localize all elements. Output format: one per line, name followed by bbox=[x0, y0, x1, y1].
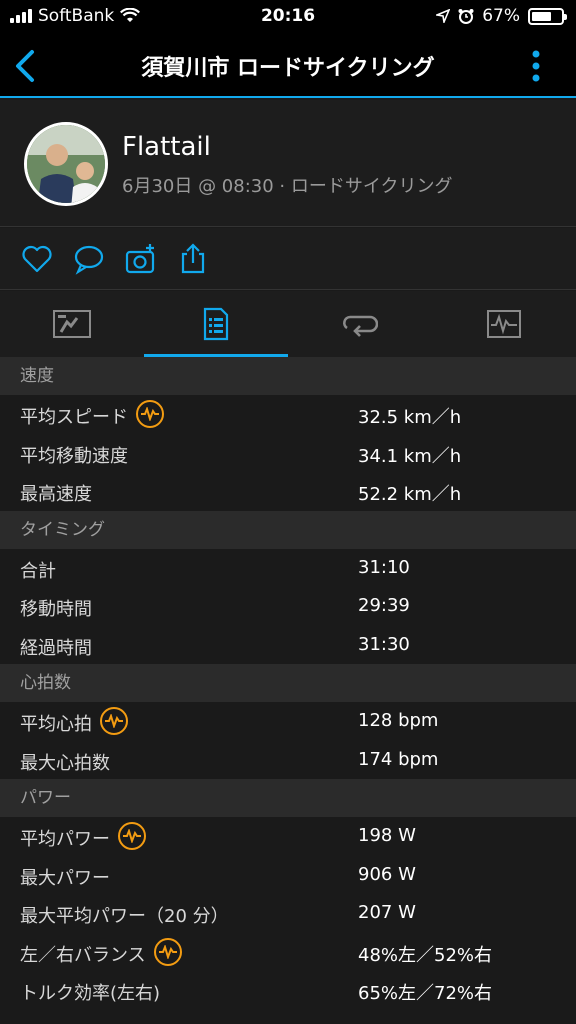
stat-value: 31:30 bbox=[358, 633, 410, 655]
stat-value: 34.1 km／h bbox=[358, 445, 462, 467]
laps-icon bbox=[343, 315, 378, 337]
stat-label: 合計 bbox=[20, 560, 56, 582]
stat-value: 65%左／72%右 bbox=[358, 983, 493, 1004]
stat-value: 52.2 km／h bbox=[358, 484, 462, 505]
insight-badge-icon[interactable] bbox=[100, 707, 128, 735]
stat-value: 174 bpm bbox=[358, 748, 439, 770]
stat-label: 最大心拍数 bbox=[20, 752, 110, 774]
more-menu-icon[interactable] bbox=[532, 48, 540, 84]
stat-row: 左／右バランス 48%左／52%右 bbox=[0, 933, 576, 972]
details-list-icon bbox=[203, 307, 229, 341]
activity-header: Flattail 6月30日 @ 08:30 · ロードサイクリング bbox=[0, 100, 576, 227]
stat-value: 32.5 km／h bbox=[358, 407, 462, 428]
stat-value: 128 bpm bbox=[358, 710, 439, 731]
stat-label-wrap: 移動時間 bbox=[20, 595, 92, 621]
section-header: 心拍数 bbox=[0, 664, 576, 702]
tab-charts[interactable] bbox=[432, 291, 576, 357]
location-icon bbox=[436, 9, 451, 23]
nav-bar: 須賀川市 ロードサイクリング bbox=[0, 34, 576, 98]
stat-label: 平均パワー bbox=[20, 829, 110, 850]
stat-label-wrap: 最大心拍数 bbox=[20, 749, 110, 775]
battery-icon bbox=[528, 7, 567, 25]
stat-label-wrap: 平均心拍 bbox=[20, 707, 128, 736]
summary-map-icon bbox=[53, 310, 91, 338]
activity-tabs bbox=[0, 291, 576, 357]
stat-label: 平均移動速度 bbox=[20, 445, 128, 467]
stat-label-wrap: 平均パワー bbox=[20, 822, 146, 851]
stat-row: 平均心拍 128 bpm bbox=[0, 702, 576, 741]
add-photo-icon[interactable] bbox=[124, 242, 158, 276]
stat-label: 経過時間 bbox=[20, 637, 92, 659]
stat-row: 合計 31:10 bbox=[0, 549, 576, 588]
section-header: タイミング bbox=[0, 510, 576, 549]
stat-label: 最高速度 bbox=[20, 484, 92, 505]
battery-percent: 67% bbox=[482, 6, 520, 26]
stat-label-wrap: 合計 bbox=[20, 557, 56, 583]
stat-row: 平均スピード 32.5 km／h bbox=[0, 395, 576, 434]
stat-row: 平均移動速度 34.1 km／h bbox=[0, 434, 576, 473]
stat-label-wrap: 最大平均パワー（20 分） bbox=[20, 902, 229, 928]
avatar[interactable] bbox=[24, 122, 108, 206]
stat-label-wrap: 最高速度 bbox=[20, 480, 92, 506]
page-title: 須賀川市 ロードサイクリング bbox=[141, 56, 435, 81]
tab-summary[interactable] bbox=[0, 291, 144, 357]
stat-label: 平均スピード bbox=[20, 407, 128, 428]
social-actions bbox=[0, 228, 576, 290]
stat-label-wrap: 経過時間 bbox=[20, 634, 92, 660]
heart-icon[interactable] bbox=[20, 242, 54, 276]
section-header: 速度 bbox=[0, 357, 576, 395]
stat-row: 最大平均パワー（20 分） 207 W bbox=[0, 894, 576, 933]
user-name[interactable]: Flattail bbox=[122, 132, 211, 162]
activity-subtitle: 6月30日 @ 08:30 · ロードサイクリング bbox=[122, 176, 453, 197]
stat-label: 移動時間 bbox=[20, 599, 92, 620]
stat-row: 最大パワー 906 W bbox=[0, 856, 576, 895]
tab-laps[interactable] bbox=[288, 291, 432, 357]
comment-icon[interactable] bbox=[72, 242, 106, 276]
stat-row: 経過時間 31:30 bbox=[0, 626, 576, 665]
tab-details[interactable] bbox=[144, 291, 288, 357]
stat-label: 左／右バランス bbox=[20, 944, 146, 966]
insight-badge-icon[interactable] bbox=[118, 822, 146, 850]
stat-row: 移動時間 29:39 bbox=[0, 587, 576, 626]
stat-value: 29:39 bbox=[358, 595, 410, 616]
stat-value: 207 W bbox=[358, 902, 416, 923]
stat-value: 906 W bbox=[358, 863, 416, 885]
section-header: パワー bbox=[0, 779, 576, 817]
stat-label-wrap: 最大パワー bbox=[20, 864, 110, 890]
stat-label: 最大平均パワー（20 分） bbox=[20, 906, 229, 927]
status-bar: SoftBank 20:16 67% bbox=[0, 0, 576, 34]
stat-label-wrap: トルク効率(左右) bbox=[20, 979, 160, 1005]
stat-row: トルク効率(左右) 65%左／72%右 bbox=[0, 971, 576, 1010]
stat-value: 31:10 bbox=[358, 556, 410, 578]
stat-label-wrap: 平均移動速度 bbox=[20, 442, 128, 468]
stat-label: 最大パワー bbox=[20, 867, 110, 889]
stat-label-wrap: 左／右バランス bbox=[20, 937, 182, 967]
charts-icon bbox=[487, 310, 521, 338]
stat-label: 平均心拍 bbox=[20, 714, 92, 735]
insight-badge-icon[interactable] bbox=[153, 937, 182, 966]
stat-label-wrap: 平均スピード bbox=[20, 400, 164, 429]
stat-label: トルク効率(左右) bbox=[20, 983, 161, 1004]
stat-row: 平均パワー 198 W bbox=[0, 817, 576, 856]
stat-value: 48%左／52%右 bbox=[358, 944, 493, 966]
stat-row: 最高速度 52.2 km／h bbox=[0, 472, 576, 511]
insight-badge-icon[interactable] bbox=[136, 400, 164, 428]
stat-value: 198 W bbox=[358, 825, 416, 846]
share-icon[interactable] bbox=[176, 242, 210, 276]
alarm-icon bbox=[458, 9, 474, 24]
stats-list: 速度平均スピード 32.5 km／h 平均移動速度 34.1 km／h 最高速度 52.2… bbox=[0, 357, 576, 1010]
stat-row: 最大心拍数 174 bpm bbox=[0, 741, 576, 780]
